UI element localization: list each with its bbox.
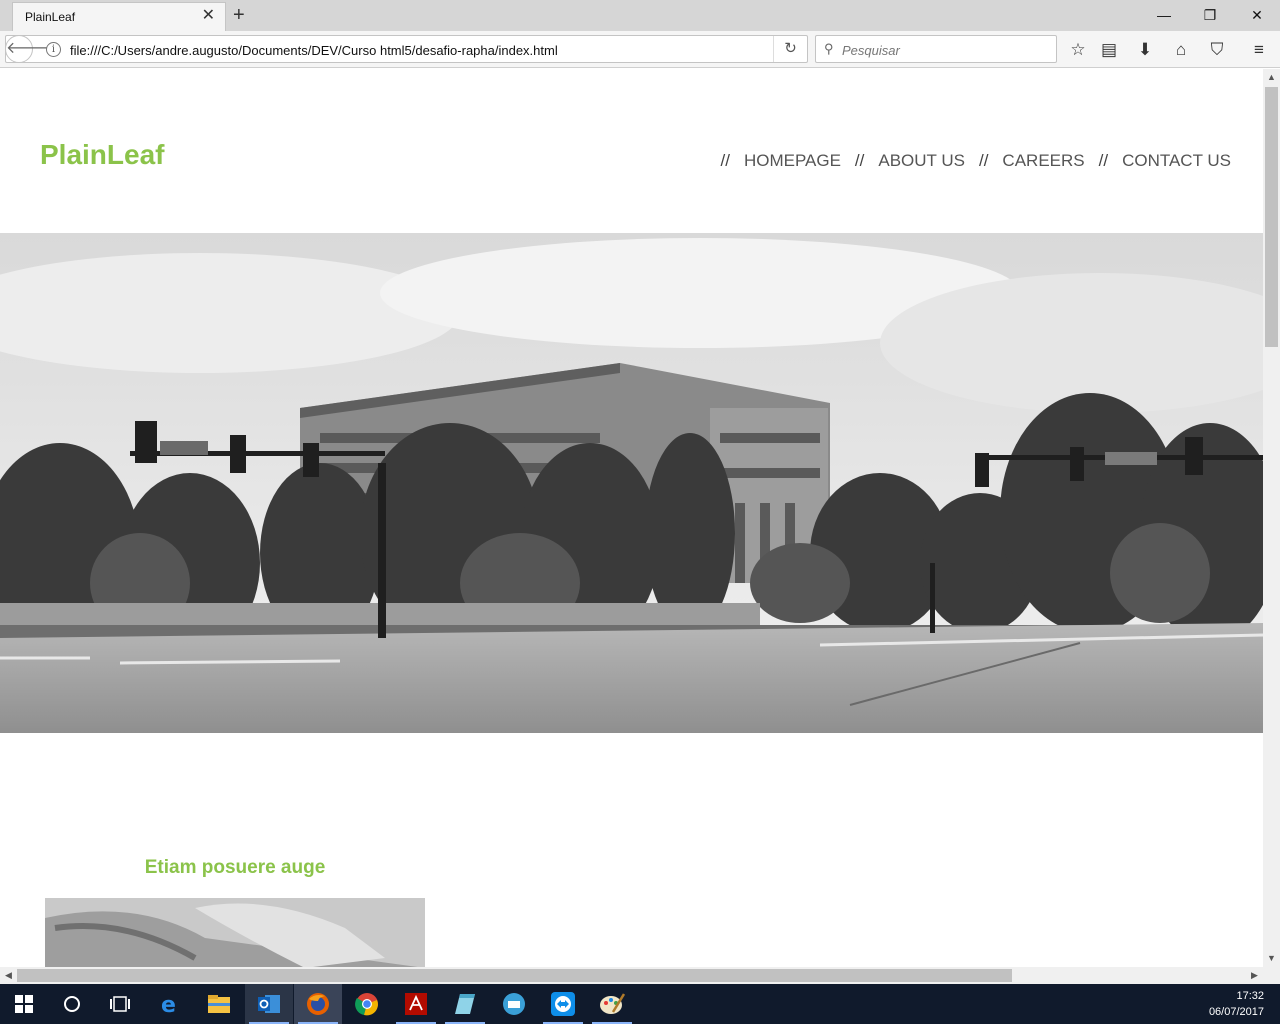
scroll-corner — [1263, 967, 1280, 984]
site-logo[interactable]: PlainLeaf — [40, 139, 164, 171]
taskbar: e 17:32 06/07/2017 — [0, 984, 1280, 1024]
tab-title: PlainLeaf — [25, 10, 76, 24]
horizontal-scrollbar[interactable]: ◀ ▶ — [0, 967, 1263, 984]
nav-contact-us[interactable]: CONTACT US — [1122, 151, 1231, 170]
nav-careers[interactable]: CAREERS — [1002, 151, 1084, 170]
clock-time: 17:32 — [1236, 990, 1264, 1002]
home-icon[interactable]: ⌂ — [1169, 38, 1193, 62]
browser-tab[interactable]: PlainLeaf ✕ — [12, 2, 226, 31]
download-icon[interactable]: ⬇ — [1133, 38, 1157, 62]
task-view-icon[interactable] — [96, 984, 144, 1024]
section-image — [45, 898, 425, 967]
nav-homepage[interactable]: HOMEPAGE — [744, 151, 841, 170]
url-text[interactable]: file:///C:/Users/andre.augusto/Documents… — [70, 43, 558, 58]
scroll-left-icon[interactable]: ◀ — [0, 967, 17, 984]
bookmark-star-icon[interactable]: ☆ — [1066, 38, 1090, 62]
hero-image — [0, 233, 1263, 733]
close-tab-icon[interactable]: ✕ — [202, 8, 215, 24]
minimize-icon[interactable]: — — [1141, 0, 1187, 31]
chrome-icon[interactable] — [343, 984, 391, 1024]
menu-icon[interactable]: ≡ — [1247, 38, 1271, 62]
search-input[interactable]: ⚲ Pesquisar — [815, 35, 1057, 63]
scroll-right-icon[interactable]: ▶ — [1246, 967, 1263, 984]
search-icon: ⚲ — [824, 41, 834, 56]
close-window-icon[interactable]: ✕ — [1234, 0, 1280, 31]
clock-date: 06/07/2017 — [1208, 1006, 1264, 1018]
scroll-up-icon[interactable]: ▲ — [1263, 69, 1280, 86]
nav-separator: // — [720, 151, 730, 170]
acrobat-icon[interactable] — [392, 984, 440, 1024]
nav-about-us[interactable]: ABOUT US — [878, 151, 965, 170]
paint-icon[interactable] — [588, 984, 636, 1024]
reading-list-icon[interactable]: ▤ — [1097, 38, 1121, 62]
svg-text:e: e — [161, 993, 176, 1016]
system-clock[interactable]: 17:32 06/07/2017 — [1209, 988, 1264, 1020]
notepad-icon[interactable] — [441, 984, 489, 1024]
remote-app-icon[interactable] — [490, 984, 538, 1024]
nav-separator: // — [978, 151, 989, 170]
cortana-icon[interactable] — [48, 984, 96, 1024]
edge-icon[interactable]: e — [146, 984, 194, 1024]
url-bar[interactable]: 🡐 i file:///C:/Users/andre.augusto/Docum… — [5, 35, 808, 63]
windows-start-icon[interactable] — [0, 984, 48, 1024]
info-icon[interactable]: i — [46, 42, 61, 57]
reload-icon[interactable]: ↻ — [773, 36, 807, 62]
site-nav: // HOMEPAGE // ABOUT US // CAREERS // CONTACT U… — [706, 151, 1231, 171]
new-tab-icon[interactable]: + — [233, 4, 245, 27]
file-explorer-icon[interactable] — [195, 984, 243, 1024]
page-viewport: PlainLeaf //HOMEPAGE//ABOUT US//CAREERS /… — [0, 69, 1263, 967]
scroll-down-icon[interactable]: ▼ — [1263, 950, 1280, 967]
back-arrow-icon[interactable]: 🡐 — [5, 35, 49, 63]
horizontal-scroll-thumb[interactable] — [17, 969, 1012, 982]
outlook-icon[interactable] — [245, 984, 293, 1024]
firefox-icon[interactable] — [294, 984, 342, 1024]
section-title: Etiam posuere auge — [144, 857, 326, 878]
search-placeholder: Pesquisar — [842, 43, 900, 58]
pocket-icon[interactable]: ⛉ — [1205, 38, 1229, 62]
tab-bar: PlainLeaf ✕ + — ❐ ✕ — [0, 0, 1280, 31]
vertical-scroll-thumb[interactable] — [1265, 87, 1278, 347]
teamviewer-icon[interactable] — [539, 984, 587, 1024]
vertical-scrollbar[interactable]: ▲ ▼ — [1263, 69, 1280, 967]
nav-separator: // — [854, 151, 865, 170]
restore-icon[interactable]: ❐ — [1187, 0, 1233, 31]
nav-separator: // — [1098, 151, 1109, 170]
